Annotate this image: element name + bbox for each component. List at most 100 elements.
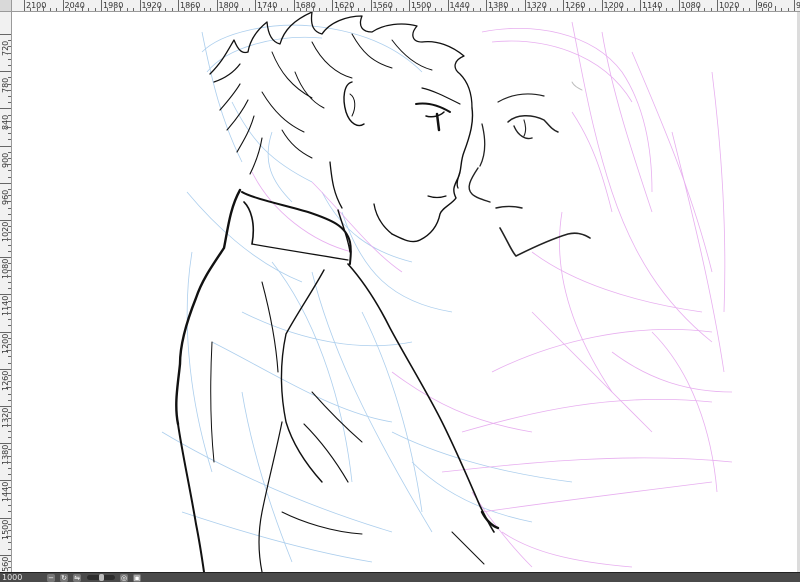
ruler-left-minor-tick [8,468,11,469]
ruler-top-minor-tick [543,6,545,11]
ruler-top-minor-tick [325,8,327,11]
ruler-top-minor-tick [620,6,622,11]
ruler-top-minor-tick [81,6,83,11]
ruler-top-minor-tick [749,8,751,11]
ruler-top-minor-tick [261,8,263,11]
zoom-level-display[interactable]: 1000 [2,573,42,582]
ruler-left-minor-tick [6,275,11,277]
drawing-canvas[interactable] [12,12,800,572]
ruler-top-minor-tick [781,8,783,11]
ruler-left-minor-tick [8,375,11,376]
ruler-top-minor-tick [197,6,199,11]
ruler-left-minor-tick [8,542,11,544]
ruler-left-minor-tick [8,213,11,215]
zoom-out-icon[interactable]: − [47,573,55,582]
ruler-left-minor-tick [8,96,11,97]
ruler-left-minor-tick [8,418,11,420]
ruler-top-minor-tick [357,8,359,11]
ruler-top-minor-tick [672,8,674,11]
ruler-top-major-tick [717,0,718,11]
ruler-top-minor-tick [267,8,269,11]
ruler-top-minor-tick [511,8,513,11]
ruler-top-minor-tick [473,8,475,11]
ruler-left-minor-tick [8,133,11,135]
ruler-top-minor-tick [351,6,353,11]
ruler-left-minor-tick [6,387,11,389]
ruler-left-minor-tick [8,189,11,190]
ruler-left-minor-tick [8,226,11,228]
ruler-left-minor-tick [8,102,11,104]
horizontal-ruler[interactable]: 2100 2040 1980 1920 1860 1800 1740 1680 1620 1560… [0,0,800,12]
ruler-left-minor-tick [8,151,11,153]
ruler-left-minor-tick [6,461,11,463]
ruler-left-major-tick [0,220,11,221]
ruler-top-minor-tick [319,8,321,11]
ruler-top-minor-tick [145,8,147,11]
ruler-top-minor-tick [704,8,706,11]
ruler-top-minor-tick [94,8,96,11]
ruler-top-minor-tick [595,8,597,11]
ruler-top-minor-tick [492,8,494,11]
ruler-top-minor-tick [56,8,58,11]
ruler-top-minor-tick [498,8,500,11]
ruler-top-minor-tick [768,8,770,11]
ruler-left-major-tick [0,34,11,35]
ruler-left-minor-tick [8,430,11,432]
navigator-icon[interactable]: ▣ [133,573,141,582]
ruler-left-minor-tick [8,195,11,197]
ruler-left-minor-tick [6,238,11,240]
ruler-left-minor-tick [8,288,11,290]
ruler-left-minor-tick [6,89,11,91]
ruler-left-minor-tick [8,455,11,457]
ruler-top-minor-tick [30,8,32,11]
ruler-top-minor-tick [113,8,115,11]
flip-icon[interactable]: ⇋ [73,573,81,582]
ruler-top-minor-tick [88,8,90,11]
ruler-top-minor-tick [421,8,423,11]
ruler-left-minor-tick [6,536,11,538]
ruler-top-major-tick [216,0,218,11]
status-bar: 1000 − ↻ ⇋ ◎ ▣ [0,572,800,582]
ruler-top-minor-tick [505,6,507,11]
ruler-top-minor-tick [184,8,186,11]
ruler-left-major-tick [0,145,11,147]
ruler-top-major-tick [62,0,64,11]
ruler-left-minor-tick [8,511,11,513]
ruler-top-major-tick [178,0,179,11]
ruler-top-major-tick [601,0,603,11]
ruler-top-minor-tick [68,8,70,11]
ruler-left-minor-tick [8,437,11,438]
ruler-left-minor-tick [8,77,11,79]
ruler-left-minor-tick [8,139,11,141]
ruler-left-minor-tick [8,337,11,339]
ruler-top-minor-tick [774,6,776,11]
ruler-top-minor-tick [479,8,481,11]
ruler-left-minor-tick [8,474,11,476]
ruler-left-minor-tick [8,505,11,507]
ruler-top-minor-tick [338,8,340,11]
ruler-left-minor-tick [8,381,11,383]
ruler-top-minor-tick [107,8,109,11]
zoom-slider[interactable] [87,574,115,581]
ruler-top-minor-tick [736,6,738,11]
ruler-left-major-tick [0,294,11,296]
ruler-top-minor-tick [242,8,244,11]
ruler-top-major-tick [524,0,526,11]
ruler-top-minor-tick [222,8,224,11]
ruler-top-minor-tick [582,6,584,11]
ruler-left-minor-tick [8,158,11,159]
ruler-top-minor-tick [441,8,443,11]
rotate-icon[interactable]: ↻ [60,573,68,582]
ruler-top-minor-tick [646,8,648,11]
ruler-left-minor-tick [8,561,11,562]
ruler-top-minor-tick [588,8,590,11]
ruler-left-minor-tick [8,269,11,271]
ruler-top-minor-tick [235,6,237,11]
ruler-top-minor-tick [364,8,366,11]
reset-view-icon[interactable]: ◎ [120,573,128,582]
vertical-ruler[interactable]: 720 780 840 900 960 1020 1080 1140 1200 1260 1320 1… [0,12,12,572]
ruler-top-major-tick [486,0,487,11]
ruler-top-minor-tick [280,8,282,11]
zoom-slider-knob[interactable] [99,574,104,581]
ruler-top-minor-tick [742,8,744,11]
